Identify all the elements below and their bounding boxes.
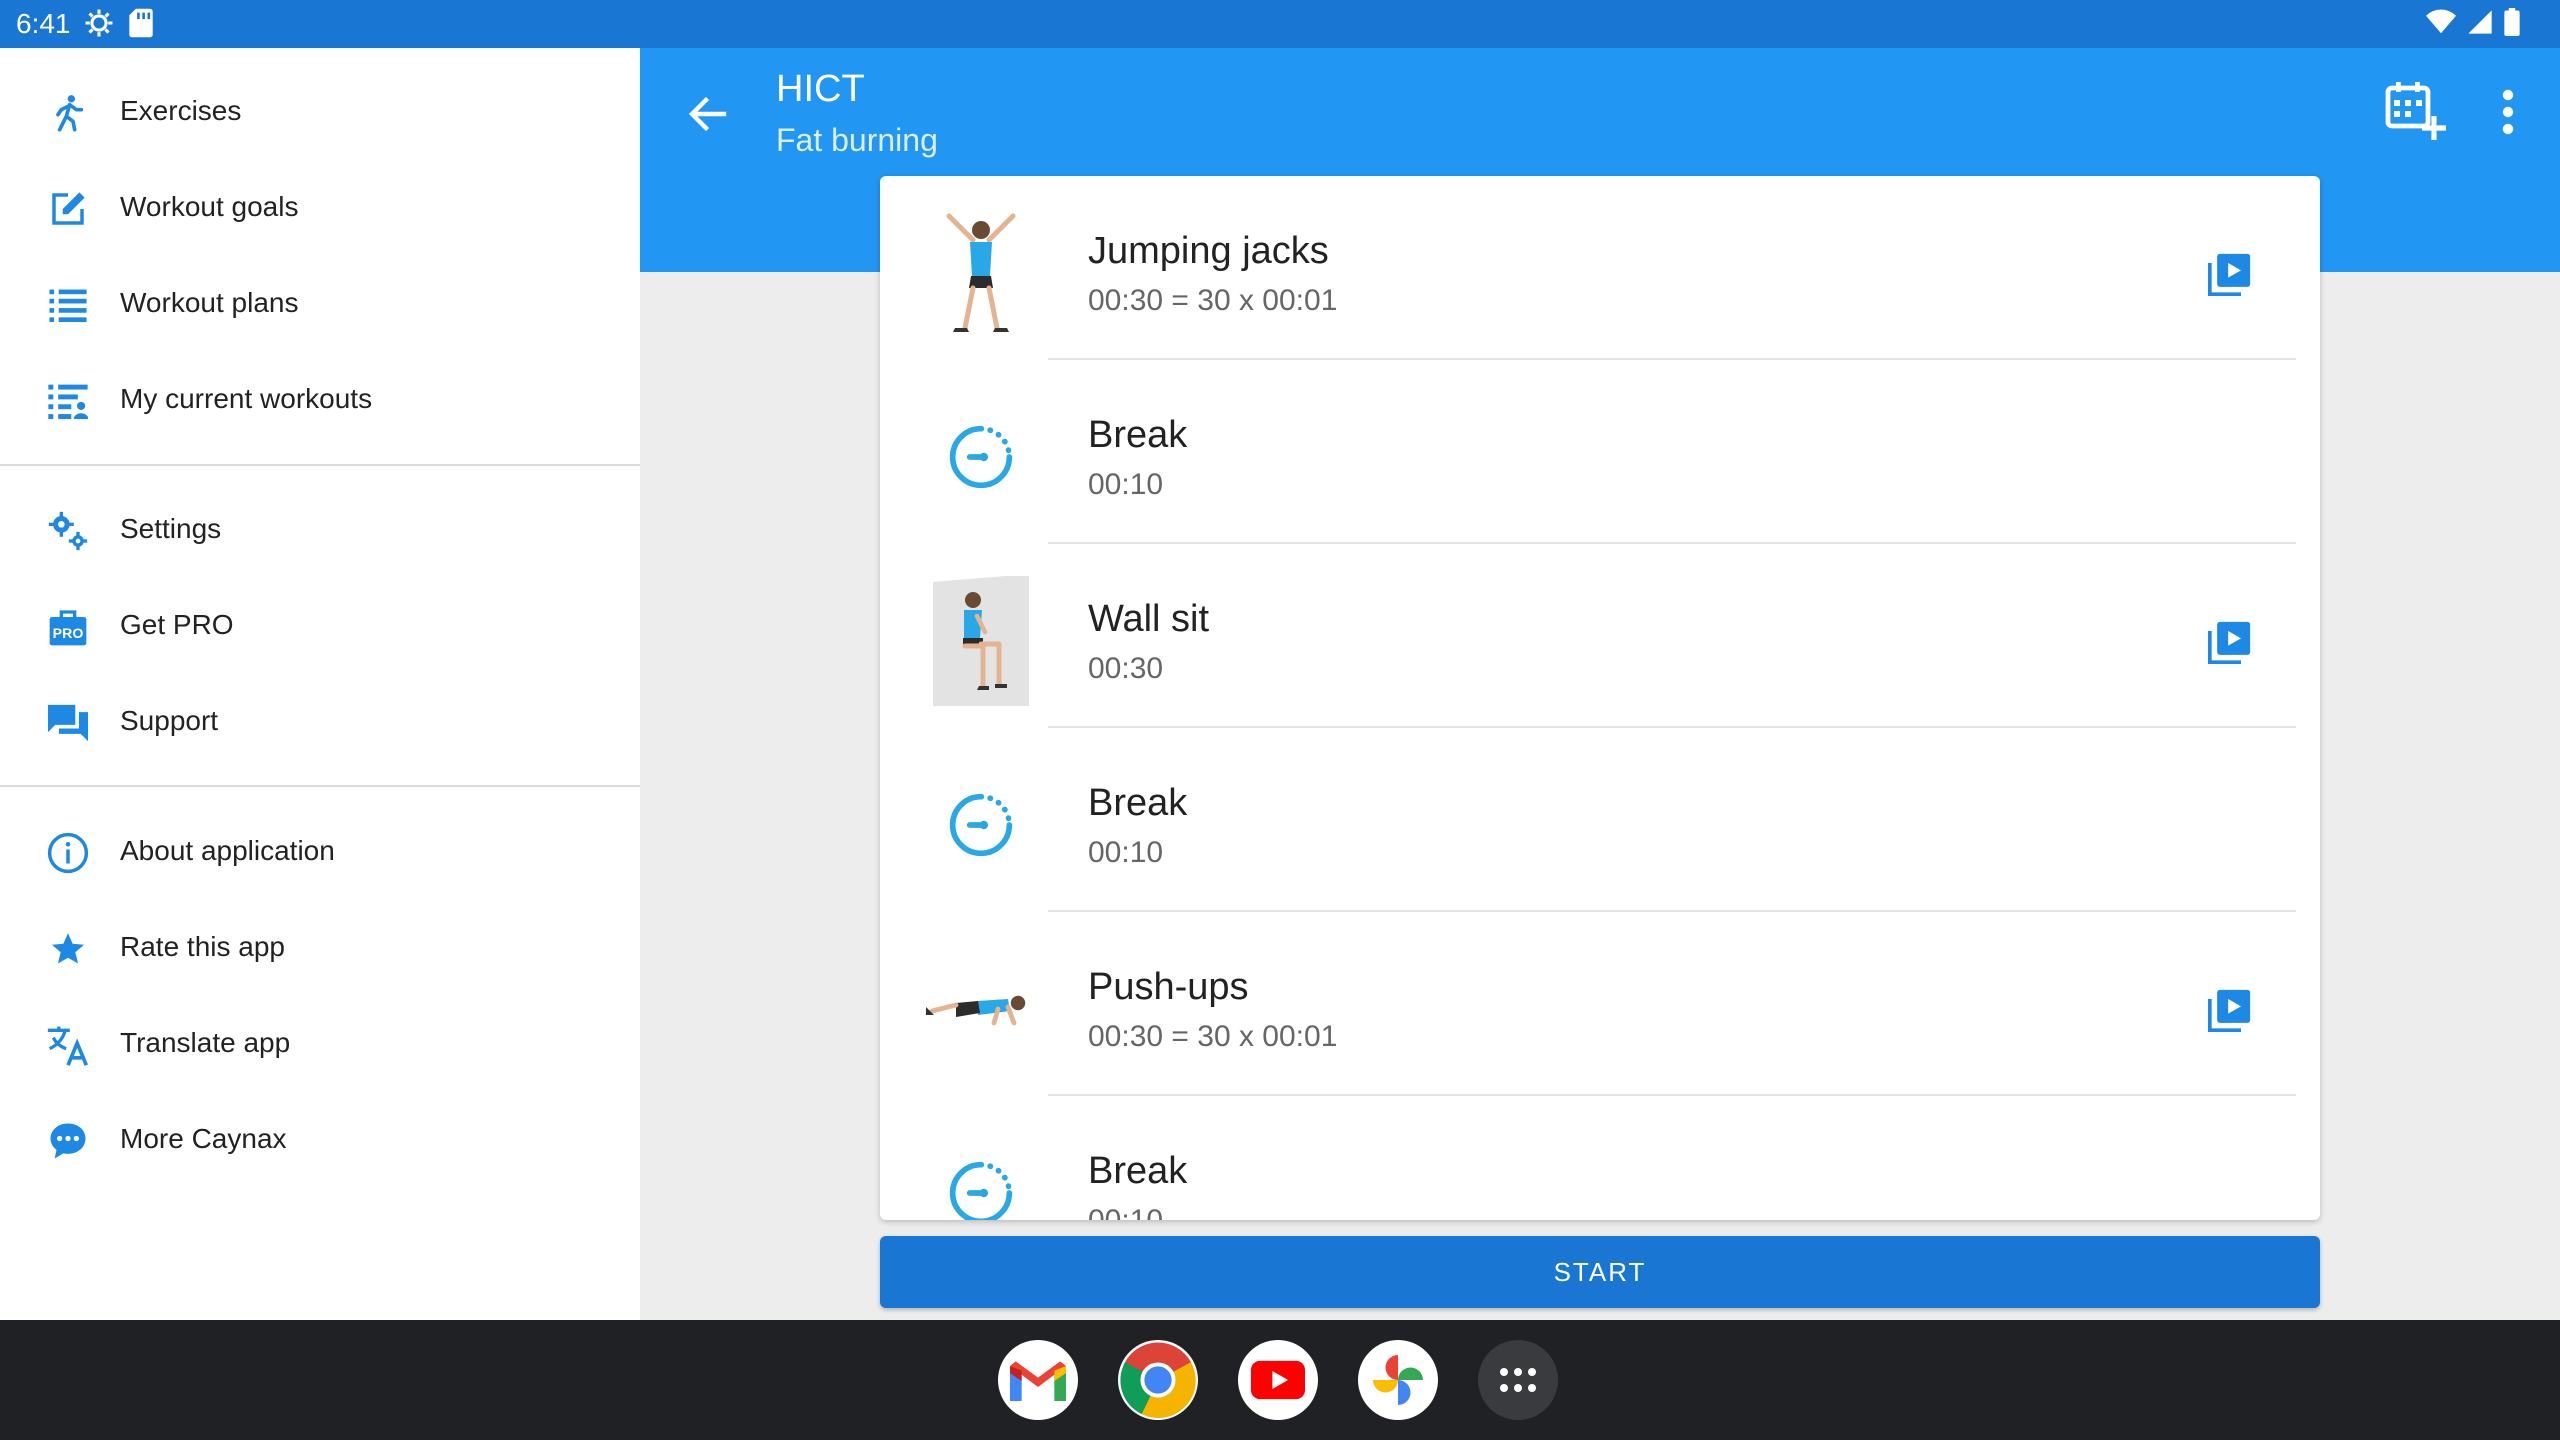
taskbar [0,1320,2560,1440]
break-timer-icon [926,392,1036,522]
gmail-icon[interactable] [998,1340,1078,1420]
workout-row[interactable]: Break 00:10 [880,1096,2320,1220]
exercise-duration: 00:10 [1088,1204,1163,1220]
jumping-jacks-thumbnail [926,208,1036,338]
drawer-item-more-caynax[interactable]: More Caynax [0,1093,640,1189]
edit-icon [44,185,92,233]
pro-bag-icon: PRO [44,603,92,651]
status-time: 6:41 [16,8,71,39]
list-person-icon [44,377,92,425]
status-bar: 6:41 [0,0,2560,48]
drawer-item-support[interactable]: Support [0,675,640,771]
break-timer-icon [926,1128,1036,1220]
battery-icon [2504,8,2520,36]
wall-sit-thumbnail [926,576,1036,706]
drawer-item-my-current-workouts[interactable]: My current workouts [0,353,640,449]
exercise-name: Push-ups [1088,966,1249,1008]
workout-row[interactable]: Jumping jacks 00:30 = 30 x 00:01 [880,176,2320,360]
exercise-duration: 00:30 = 30 x 00:01 [1088,284,1338,317]
info-icon [44,829,92,877]
settings-gear-icon [85,9,113,37]
exercise-duration: 00:10 [1088,468,1164,501]
drawer-item-exercises[interactable]: Exercises [0,65,640,161]
break-timer-icon [926,760,1036,890]
more-vert-icon[interactable] [2496,88,2520,136]
chrome-icon[interactable] [1118,1340,1198,1420]
drawer-divider [0,785,640,787]
drawer-item-get-pro[interactable]: PRO Get PRO [0,579,640,675]
video-play-icon[interactable] [2208,252,2252,296]
page-title: HICT [776,68,865,110]
wifi-icon [2426,9,2456,34]
workout-row[interactable]: Wall sit 00:30 [880,544,2320,728]
exercise-name: Break [1088,414,1188,456]
drawer-divider [0,464,640,466]
drawer-item-about-application[interactable]: About application [0,805,640,901]
workout-row[interactable]: Break 00:10 [880,728,2320,912]
exercise-name: Break [1088,782,1188,824]
exercise-name: Wall sit [1088,598,1210,640]
exercise-name: Break [1088,1150,1188,1192]
svg-text:PRO: PRO [53,626,84,642]
runner-icon [44,89,92,137]
video-play-icon[interactable] [2208,620,2252,664]
exercise-duration: 00:10 [1088,836,1164,869]
gears-icon [44,507,92,555]
calendar-add-icon[interactable] [2384,78,2448,142]
list-icon [44,281,92,329]
drawer-item-translate-app[interactable]: Translate app [0,997,640,1093]
sd-card-icon [129,8,153,38]
app-grid-icon[interactable] [1478,1340,1558,1420]
page-subtitle: Fat burning [776,122,938,158]
workout-row[interactable]: Push-ups 00:30 = 30 x 00:01 [880,912,2320,1096]
workout-row[interactable]: Break 00:10 [880,360,2320,544]
star-icon [44,925,92,973]
workout-card: Jumping jacks 00:30 = 30 x 00:01 Break 0… [880,176,2320,1220]
back-arrow-icon[interactable] [684,90,732,138]
drawer-item-workout-plans[interactable]: Workout plans [0,257,640,353]
chat-dots-icon [44,1117,92,1165]
drawer-item-settings[interactable]: Settings [0,483,640,579]
youtube-icon[interactable] [1238,1340,1318,1420]
app-dock [998,1340,1558,1420]
drawer-item-rate-this-app[interactable]: Rate this app [0,901,640,997]
photos-icon[interactable] [1358,1340,1438,1420]
navigation-drawer: Exercises Workout goals Workout plans My… [0,48,640,1320]
video-play-icon[interactable] [2208,988,2252,1032]
exercise-duration: 00:30 [1088,652,1164,685]
cell-signal-icon [2468,10,2492,34]
drawer-item-workout-goals[interactable]: Workout goals [0,161,640,257]
start-button[interactable]: START [880,1236,2320,1308]
push-ups-thumbnail [926,944,1046,1074]
exercise-duration: 00:30 = 30 x 00:01 [1088,1020,1338,1053]
exercise-name: Jumping jacks [1088,230,1329,272]
chat-icon [44,699,92,747]
translate-icon [44,1021,92,1069]
